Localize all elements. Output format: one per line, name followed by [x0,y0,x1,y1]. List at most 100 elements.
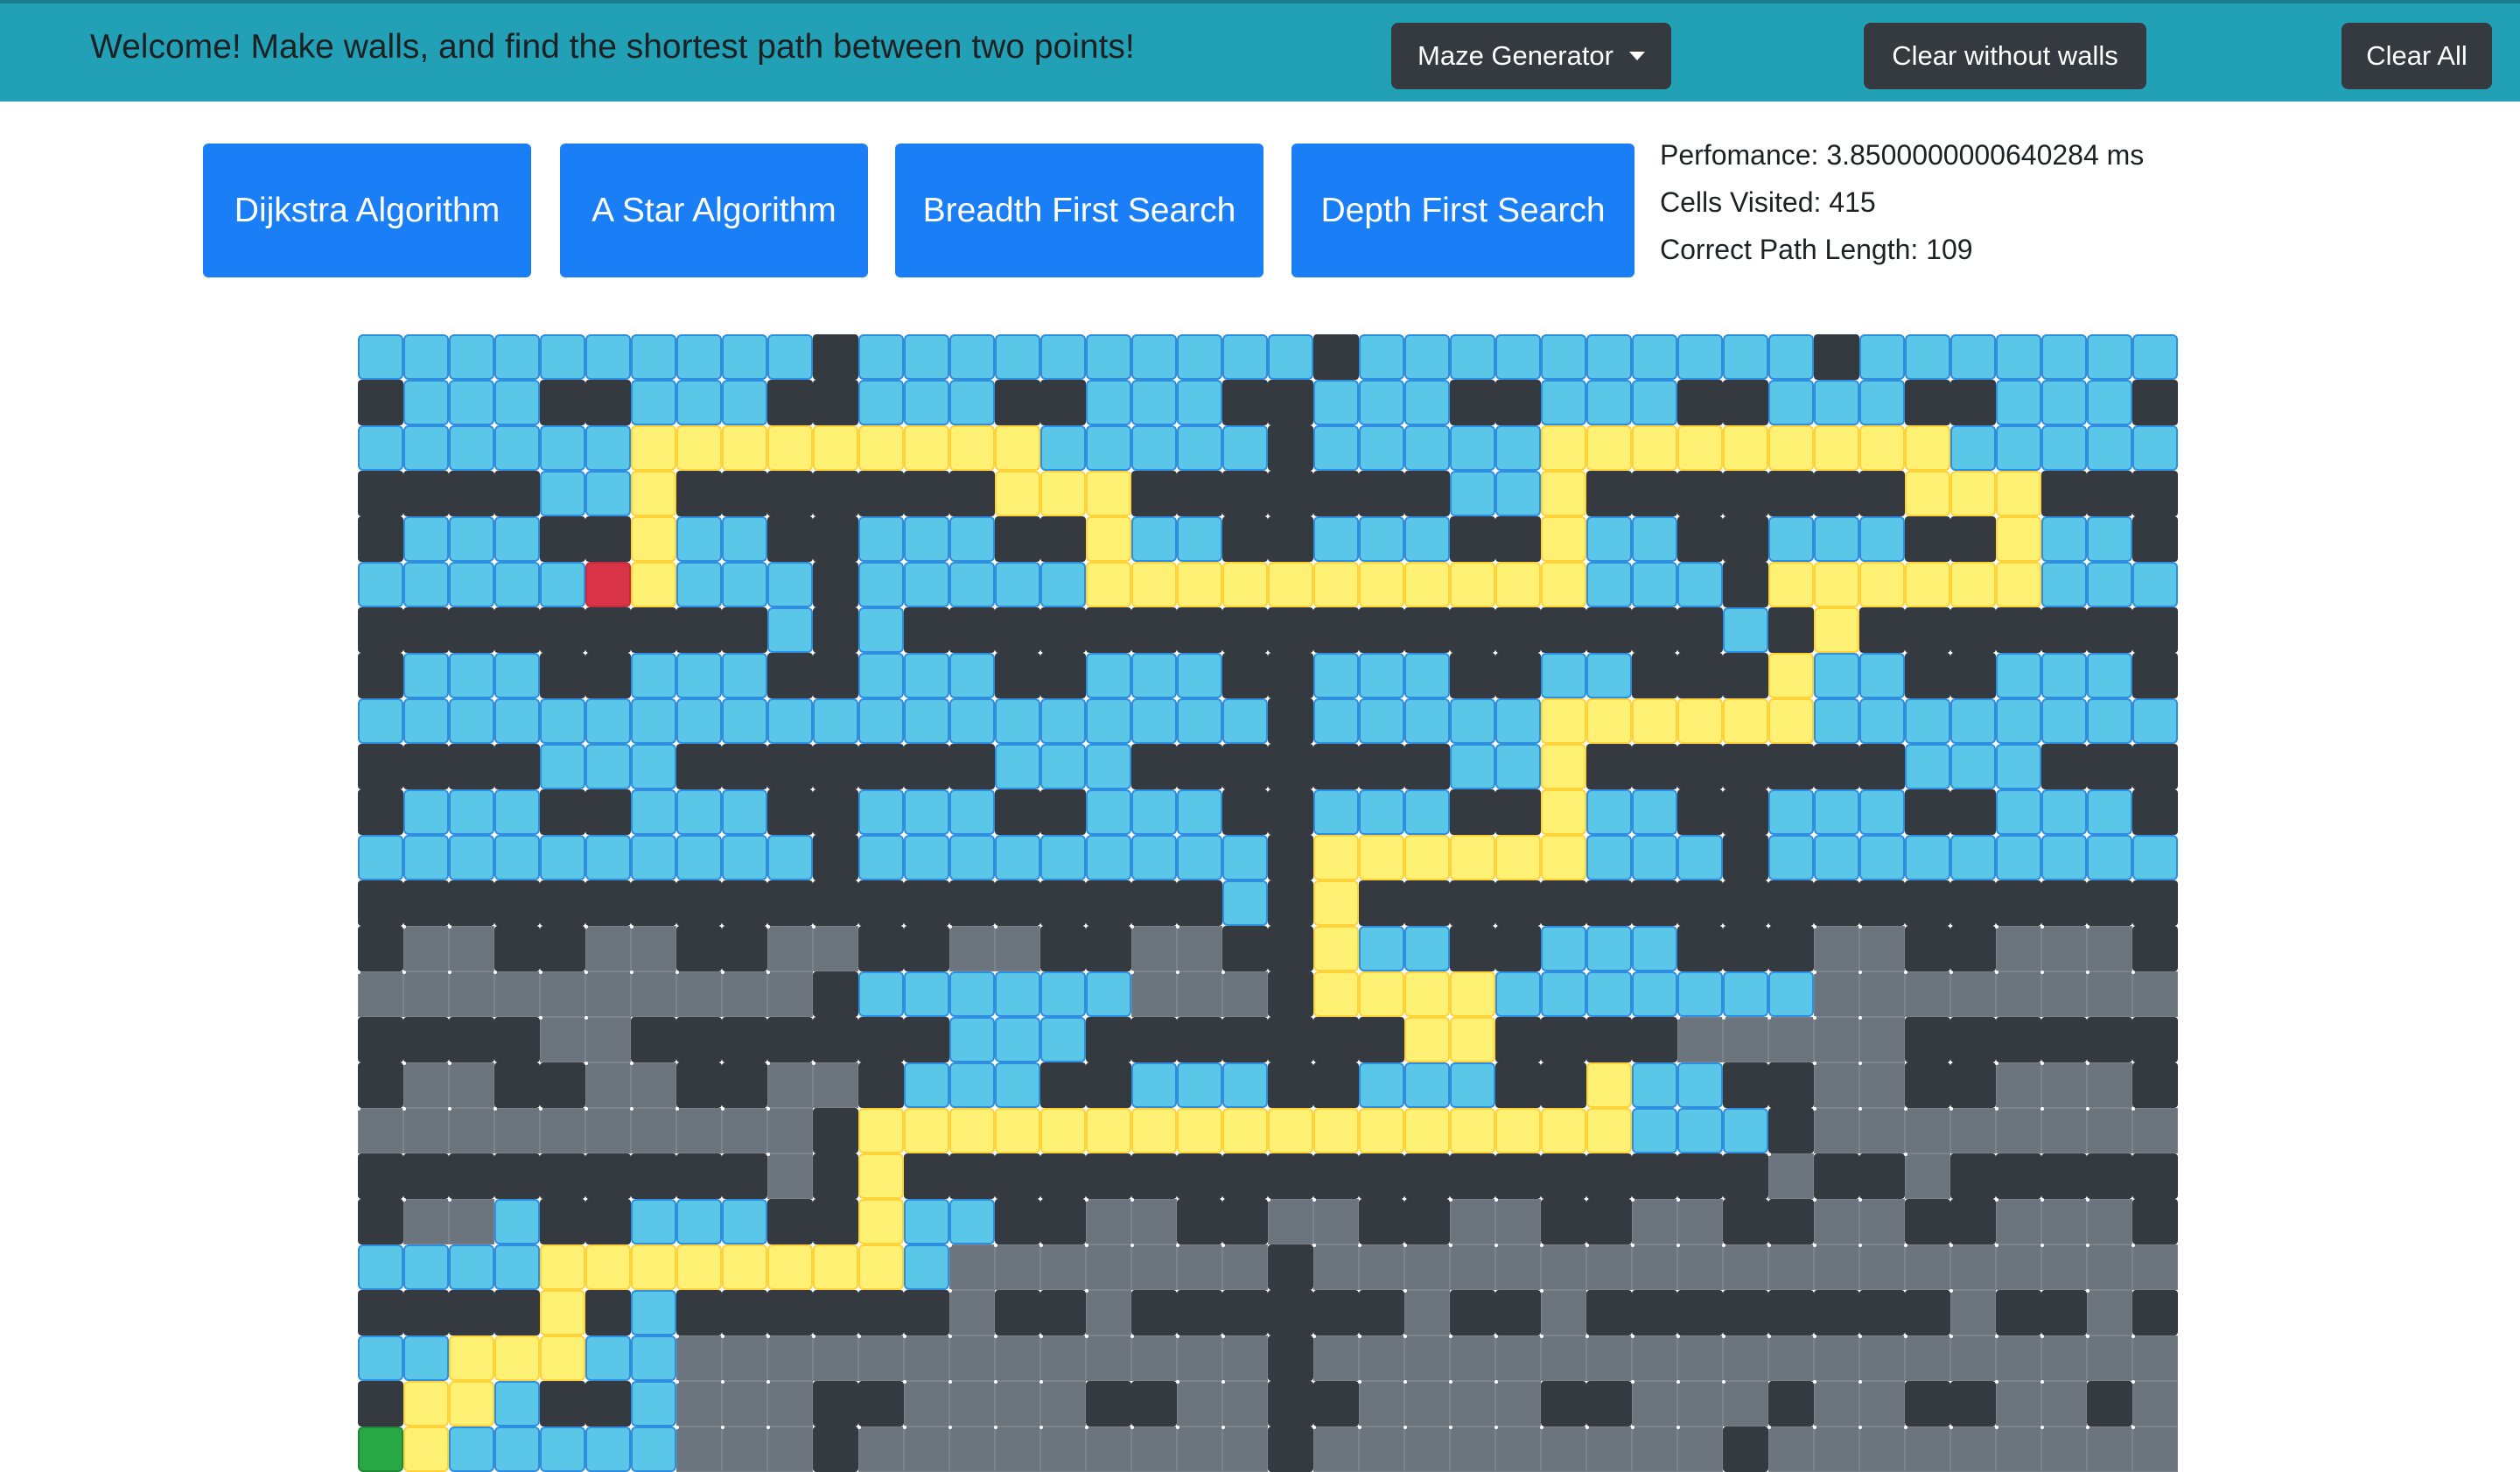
visited-cell[interactable] [403,1244,449,1290]
wall-cell[interactable] [1859,471,1905,516]
wall-cell[interactable] [1586,880,1632,926]
wall-cell[interactable] [1131,1153,1177,1199]
visited-cell[interactable] [1222,334,1268,380]
grid-cell[interactable] [2040,1380,2087,1426]
visited-cell[interactable] [1131,380,1177,425]
visited-cell[interactable] [1632,562,1677,607]
wall-cell[interactable] [540,926,585,971]
visited-cell[interactable] [1450,1062,1495,1108]
start-node[interactable] [585,562,631,607]
path-cell[interactable] [1268,562,1313,607]
grid-cell[interactable] [1813,1016,1859,1062]
wall-cell[interactable] [995,516,1040,562]
visited-cell[interactable] [2087,562,2132,607]
grid-cell[interactable] [1176,1426,1222,1472]
grid-cell[interactable] [1722,1244,1768,1290]
wall-cell[interactable] [1586,1153,1632,1199]
wall-cell[interactable] [1040,607,1086,653]
wall-cell[interactable] [1450,926,1495,971]
visited-cell[interactable] [722,789,767,835]
visited-cell[interactable] [949,971,995,1017]
visited-cell[interactable] [2087,334,2132,380]
wall-cell[interactable] [1723,1199,1768,1244]
visited-cell[interactable] [494,562,540,607]
wall-cell[interactable] [631,607,676,653]
path-cell[interactable] [722,425,767,471]
wall-cell[interactable] [767,1017,813,1062]
visited-cell[interactable] [1586,562,1632,607]
wall-cell[interactable] [2132,1017,2178,1062]
wall-cell[interactable] [585,1290,631,1335]
wall-cell[interactable] [1905,1290,1950,1335]
wall-cell[interactable] [494,1290,540,1335]
wall-cell[interactable] [1768,607,1814,653]
wall-cell[interactable] [1086,607,1131,653]
grid-cell[interactable] [1904,1244,1950,1290]
wall-cell[interactable] [1268,380,1313,425]
wall-cell[interactable] [1222,1017,1268,1062]
visited-cell[interactable] [767,698,813,744]
grid-cell[interactable] [1176,925,1222,971]
visited-cell[interactable] [1313,380,1359,425]
wall-cell[interactable] [813,880,858,926]
visited-cell[interactable] [722,334,767,380]
wall-cell[interactable] [1586,607,1632,653]
wall-cell[interactable] [1040,1062,1086,1108]
path-cell[interactable] [494,1335,540,1381]
path-cell[interactable] [1723,698,1768,744]
visited-cell[interactable] [1996,653,2041,698]
grid-cell[interactable] [1085,1289,1131,1335]
wall-cell[interactable] [2087,744,2132,789]
visited-cell[interactable] [904,789,949,835]
grid-cell[interactable] [1904,1426,1950,1472]
wall-cell[interactable] [1222,516,1268,562]
path-cell[interactable] [1040,471,1086,516]
grid-cell[interactable] [2132,1426,2178,1472]
wall-cell[interactable] [1268,607,1313,653]
grid-cell[interactable] [630,971,676,1017]
grid-cell[interactable] [1631,1380,1677,1426]
grid-cell[interactable] [1540,1335,1586,1381]
visited-cell[interactable] [358,698,403,744]
visited-cell[interactable] [904,1199,949,1244]
wall-cell[interactable] [1950,516,1996,562]
path-cell[interactable] [631,1244,676,1290]
grid-cell[interactable] [1950,1107,1996,1153]
visited-cell[interactable] [767,835,813,880]
wall-cell[interactable] [904,744,949,789]
wall-cell[interactable] [1086,880,1131,926]
wall-cell[interactable] [358,1062,403,1108]
wall-cell[interactable] [1495,1062,1541,1108]
visited-cell[interactable] [1131,653,1177,698]
wall-cell[interactable] [1814,880,1859,926]
wall-cell[interactable] [1086,1153,1131,1199]
wall-cell[interactable] [676,471,722,516]
visited-cell[interactable] [1768,835,1814,880]
visited-cell[interactable] [403,334,449,380]
grid-cell[interactable] [1040,1335,1086,1381]
wall-cell[interactable] [813,607,858,653]
wall-cell[interactable] [358,607,403,653]
visited-cell[interactable] [1996,835,2041,880]
wall-cell[interactable] [1814,744,1859,789]
grid-cell[interactable] [1858,1244,1905,1290]
wall-cell[interactable] [540,380,585,425]
visited-cell[interactable] [676,1199,722,1244]
wall-cell[interactable] [1313,1381,1359,1426]
visited-cell[interactable] [358,1244,403,1290]
visited-cell[interactable] [1131,835,1177,880]
wall-cell[interactable] [1723,880,1768,926]
wall-cell[interactable] [1768,744,1814,789]
path-cell[interactable] [1586,1062,1632,1108]
visited-cell[interactable] [949,1017,995,1062]
wall-cell[interactable] [1177,1017,1222,1062]
visited-cell[interactable] [858,334,904,380]
visited-cell[interactable] [631,835,676,880]
grid-cell[interactable] [1995,1244,2041,1290]
visited-cell[interactable] [1040,562,1086,607]
grid-cell[interactable] [1858,1198,1905,1244]
path-cell[interactable] [858,1244,904,1290]
visited-cell[interactable] [1404,789,1450,835]
grid-cell[interactable] [2040,1062,2087,1108]
wall-cell[interactable] [995,1199,1040,1244]
